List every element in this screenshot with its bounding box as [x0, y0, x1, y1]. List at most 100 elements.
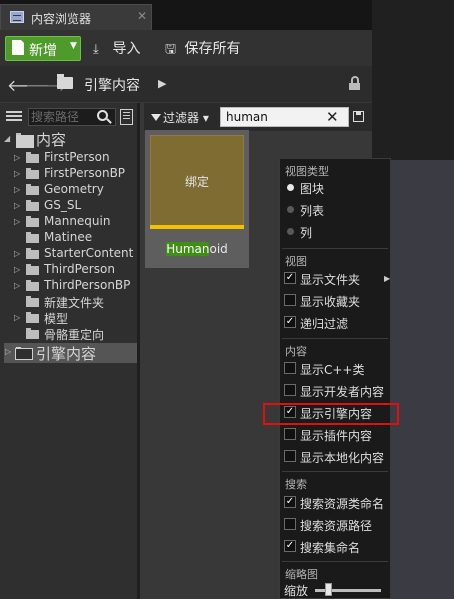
collapsed-arrow-icon[interactable]: ▷ — [14, 265, 20, 274]
tree-item[interactable]: ▷ Mannequin — [14, 214, 136, 230]
save-search-icon[interactable] — [353, 111, 364, 122]
menu-item-label: 图块 — [300, 182, 325, 196]
menu-item-label: 显示收藏夹 — [300, 295, 361, 309]
annotation-highlight-box — [263, 403, 399, 425]
menu-separator — [282, 338, 388, 339]
tree-item[interactable]: ▷ ThirdPerson — [14, 262, 136, 278]
menu-item-label: 显示文件夹 — [300, 273, 361, 287]
menu-heading-view-type: 视图类型 — [285, 165, 329, 178]
asset-name: Humanoid — [145, 242, 249, 256]
zoom-label-text: 缩放 — [284, 584, 309, 598]
menu-heading-view: 视图 — [285, 255, 307, 268]
submenu-arrow-icon: ▶ — [384, 274, 391, 283]
tree-item[interactable]: ▷ Geometry — [14, 182, 136, 198]
filter-icon — [151, 114, 161, 121]
add-new-label: 新增 — [29, 43, 57, 59]
checkbox-checked-icon: ✓ — [284, 272, 296, 284]
folder-icon — [26, 248, 39, 259]
asset-type-color-bar — [150, 225, 244, 229]
folder-icon — [15, 347, 33, 360]
checkbox-checked-icon: ✓ — [284, 496, 296, 508]
checkbox-checked-icon: ✓ — [284, 316, 296, 328]
tree-item[interactable]: ▷ FirstPersonBP — [14, 166, 136, 182]
search-icon — [97, 110, 108, 121]
expanded-arrow-icon: ◢ — [4, 134, 11, 143]
tree-label: FirstPersonBP — [44, 166, 126, 180]
tree-label: 引擎内容 — [36, 345, 97, 363]
collapsed-arrow-icon[interactable]: ▷ — [14, 201, 20, 210]
collapsed-arrow-icon[interactable]: ▷ — [14, 153, 20, 162]
menu-item-label: 列表 — [300, 204, 325, 218]
import-button[interactable]: ⤓ 导入 — [93, 38, 140, 60]
folder-icon — [26, 280, 39, 291]
tab-content-browser[interactable]: 内容浏览器 ✕ — [0, 4, 152, 30]
menu-item-label: 递归过滤 — [300, 317, 349, 331]
menu-separator — [282, 561, 388, 562]
collapsed-arrow-icon[interactable]: ▷ — [14, 217, 20, 226]
menu-item-label: 搜索集命名 — [300, 541, 361, 555]
tree-label: 模型 — [44, 312, 69, 326]
folder-icon — [26, 296, 39, 307]
filters-button[interactable]: 过滤器 ▾ — [151, 109, 209, 126]
tree-item-content[interactable]: ◢ 内容 — [4, 131, 134, 149]
tree-item[interactable]: ▷ StarterContent — [14, 246, 136, 262]
add-new-button[interactable]: 新增 ▼ — [5, 36, 81, 61]
tree-label: ThirdPerson — [44, 262, 115, 276]
menu-item-label: 显示C++类 — [300, 363, 365, 377]
menu-heading-search: 搜索 — [285, 478, 307, 491]
filters-label: 过滤器 — [163, 111, 200, 125]
folder-icon — [16, 133, 34, 148]
collapsed-arrow-icon[interactable]: ▷ — [14, 169, 20, 178]
tree-item[interactable]: 骨骼重定向 — [14, 326, 136, 342]
folder-icon — [57, 74, 73, 89]
folder-icon — [26, 184, 39, 195]
folder-icon — [26, 328, 39, 339]
collapsed-arrow-icon[interactable]: ▷ — [14, 281, 20, 290]
menu-heading-thumbnails: 缩略图 — [285, 568, 318, 581]
menu-heading-content: 内容 — [285, 345, 307, 358]
folder-icon — [26, 264, 39, 275]
tree-label: ThirdPersonBP — [44, 278, 131, 292]
radio-icon — [287, 206, 294, 213]
menu-item-label: 显示开发者内容 — [300, 385, 385, 399]
folder-icon — [26, 312, 39, 323]
folder-icon — [26, 200, 39, 211]
breadcrumb-chevron-icon[interactable]: ▶ — [158, 77, 166, 90]
menu-item-label: 显示插件内容 — [300, 429, 373, 443]
new-file-icon — [12, 39, 25, 55]
tree-item[interactable]: ▷ 模型 — [14, 310, 136, 326]
sources-panel-toggle-icon[interactable] — [6, 111, 22, 124]
tree-options-icon[interactable] — [120, 109, 133, 125]
tree-label: 内容 — [36, 131, 67, 149]
save-all-button[interactable]: 🖫 保存所有 — [165, 38, 240, 60]
tree-item[interactable]: ▷ GS_SL — [14, 198, 136, 214]
content-browser-icon — [10, 11, 24, 23]
tree-item[interactable]: Matinee — [14, 230, 136, 246]
checkbox-icon — [284, 294, 296, 306]
checkbox-checked-icon: ✓ — [284, 540, 296, 552]
collapsed-arrow-icon[interactable]: ▷ — [14, 313, 20, 322]
lock-icon[interactable] — [349, 76, 361, 90]
zoom-slider-handle[interactable] — [325, 583, 333, 596]
tree-label: StarterContent — [44, 246, 134, 260]
tab-title: 内容浏览器 — [31, 12, 92, 26]
collapsed-arrow-icon[interactable]: ▷ — [14, 249, 20, 258]
checkbox-icon — [284, 362, 296, 374]
checkbox-icon — [284, 518, 296, 530]
tree-item-engine-content[interactable]: ▷ 引擎内容 — [5, 344, 135, 363]
folder-icon — [26, 152, 39, 163]
tree-label: 骨骼重定向 — [44, 328, 105, 342]
folder-icon — [26, 216, 39, 227]
close-icon[interactable]: ✕ — [137, 9, 147, 23]
menu-separator — [282, 248, 388, 249]
radio-selected-icon — [287, 184, 294, 191]
save-all-label: 保存所有 — [184, 41, 241, 57]
collapsed-arrow-icon: ▷ — [5, 347, 12, 356]
tree-item[interactable]: 新建文件夹 — [14, 294, 136, 310]
collapsed-arrow-icon[interactable]: ▷ — [14, 185, 20, 194]
tree-item[interactable]: ▷ FirstPerson — [14, 150, 136, 166]
menu-item-label: 搜索资源路径 — [300, 519, 373, 533]
tree-item[interactable]: ▷ ThirdPersonBP — [14, 278, 136, 294]
breadcrumb-current[interactable]: 引擎内容 — [84, 75, 140, 95]
clear-search-icon[interactable]: ✕ — [326, 108, 339, 126]
